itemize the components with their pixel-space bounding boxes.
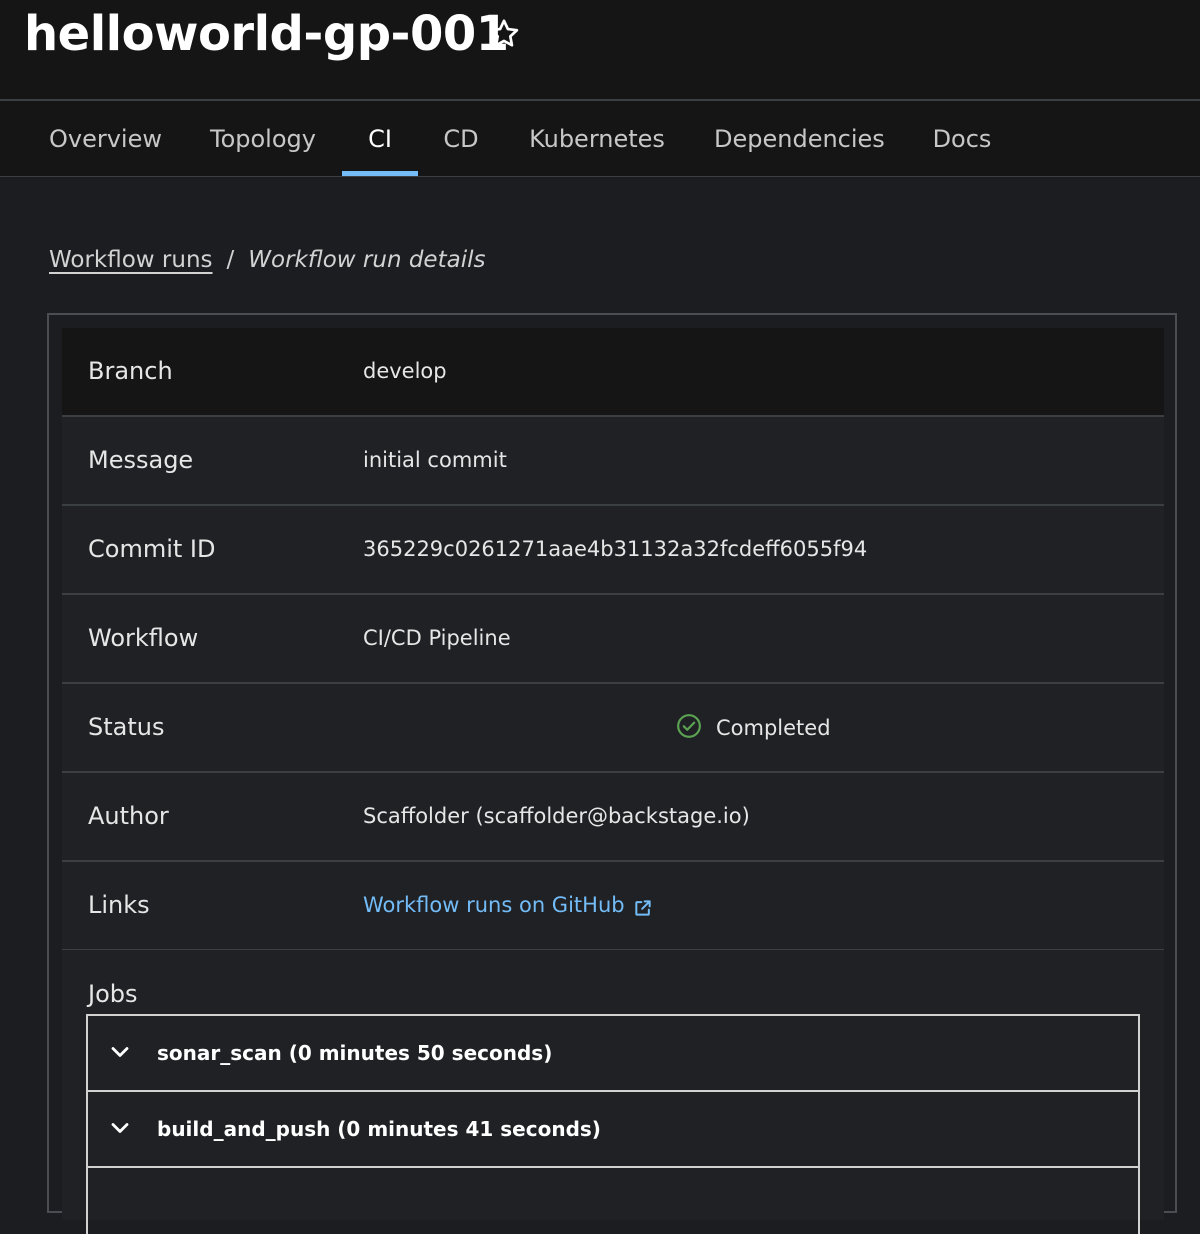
workflow-run-details-card: Branch develop Message initial commit Co…	[47, 313, 1177, 1234]
jobs-list: sonar_scan (0 minutes 50 seconds) build_…	[86, 1014, 1140, 1234]
tab-cd[interactable]: CD	[443, 101, 479, 177]
star-icon[interactable]	[486, 16, 522, 52]
github-workflow-runs-link[interactable]: Workflow runs on GitHub	[363, 862, 653, 949]
detail-row-branch: Branch develop	[62, 328, 1164, 417]
detail-row-workflow: Workflow CI/CD Pipeline	[62, 595, 1164, 684]
chevron-down-icon[interactable]	[108, 1116, 132, 1140]
commit-id-value: 365229c0261271aae4b31132a32fcdeff6055f94	[363, 537, 868, 561]
status-text: Completed	[716, 715, 831, 740]
jobs-label: Jobs	[88, 980, 138, 1008]
links-value: Workflow runs on GitHub	[363, 862, 653, 949]
detail-row-message: Message initial commit	[62, 417, 1164, 506]
job-item-build-and-push[interactable]: build_and_push (0 minutes 41 seconds)	[88, 1092, 1138, 1168]
check-circle-icon	[676, 713, 702, 743]
workflow-value: CI/CD Pipeline	[363, 626, 511, 650]
external-link-icon	[633, 898, 653, 918]
job-title: build_and_push (0 minutes 41 seconds)	[157, 1117, 601, 1141]
detail-row-author: Author Scaffolder (scaffolder@backstage.…	[62, 773, 1164, 862]
branch-value: develop	[363, 359, 447, 383]
tab-docs[interactable]: Docs	[932, 101, 992, 177]
tab-overview[interactable]: Overview	[49, 101, 162, 177]
links-label: Links	[88, 891, 150, 919]
workflow-label: Workflow	[88, 624, 199, 652]
page-title: helloworld-gp-001	[24, 6, 509, 62]
detail-row-status: Status Completed	[62, 684, 1164, 773]
jobs-section: Jobs sonar_scan (0 minutes 50 seconds) b…	[62, 950, 1164, 1234]
status-label: Status	[88, 713, 165, 741]
branch-label: Branch	[88, 357, 173, 385]
author-label: Author	[88, 802, 169, 830]
tab-topology[interactable]: Topology	[209, 101, 317, 177]
breadcrumb: Workflow runs / Workflow run details	[49, 240, 485, 280]
commit-id-label: Commit ID	[88, 535, 216, 563]
job-title: sonar_scan (0 minutes 50 seconds)	[157, 1041, 553, 1065]
breadcrumb-separator: /	[226, 247, 235, 273]
breadcrumb-workflow-runs-link[interactable]: Workflow runs	[49, 247, 213, 273]
job-item-sonar-scan[interactable]: sonar_scan (0 minutes 50 seconds)	[88, 1016, 1138, 1092]
page-header: helloworld-gp-001	[0, 0, 1200, 101]
detail-row-links: Links Workflow runs on GitHub	[62, 862, 1164, 951]
active-tab-indicator	[342, 171, 418, 176]
detail-row-commit-id: Commit ID 365229c0261271aae4b31132a32fcd…	[62, 506, 1164, 595]
tab-ci[interactable]: CI	[342, 101, 418, 177]
message-value: initial commit	[363, 448, 507, 472]
breadcrumb-current: Workflow run details	[248, 247, 486, 273]
message-label: Message	[88, 446, 194, 474]
tab-dependencies[interactable]: Dependencies	[714, 101, 885, 177]
status-value: Completed	[676, 684, 831, 771]
tab-kubernetes[interactable]: Kubernetes	[529, 101, 665, 177]
chevron-down-icon[interactable]	[108, 1040, 132, 1064]
tab-bar: Overview Topology CI CD Kubernetes Depen…	[0, 101, 1200, 177]
github-link-text: Workflow runs on GitHub	[363, 893, 625, 917]
author-value: Scaffolder (scaffolder@backstage.io)	[363, 804, 750, 828]
